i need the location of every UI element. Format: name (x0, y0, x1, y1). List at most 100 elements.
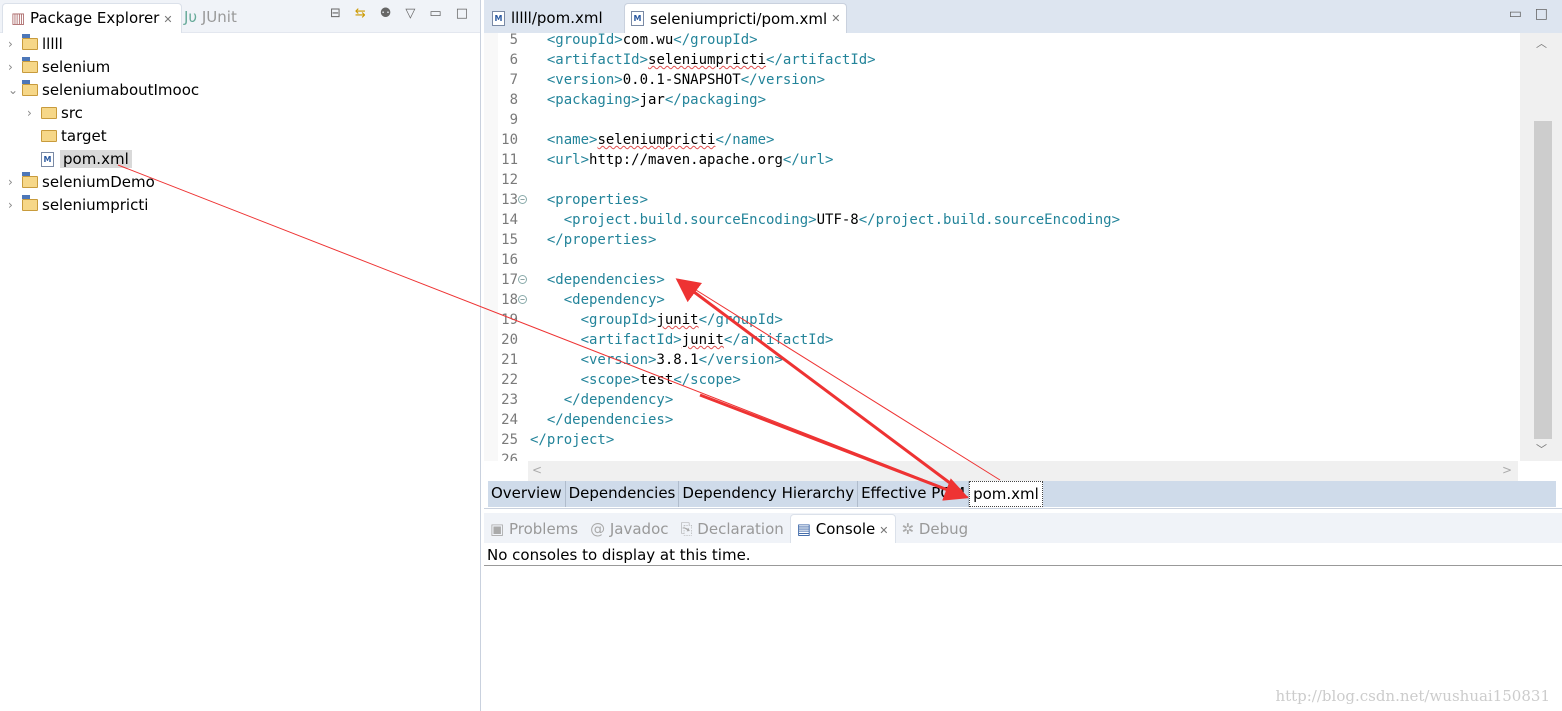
line-number: 24 (501, 412, 518, 428)
line-number: 15 (501, 232, 518, 248)
line-number: 12 (501, 172, 518, 188)
maximize-icon[interactable]: □ (456, 6, 468, 21)
code-line: 6 <artifactId>seleniumpricti</artifactId… (484, 50, 1520, 70)
page-tab-effective-pom[interactable]: Effective POM (858, 481, 970, 507)
editor-tab-seleniumpricti-pom[interactable]: Mseleniumpricti/pom.xml ✕ (624, 3, 848, 33)
tree-item-target[interactable]: target (27, 125, 107, 147)
folder-icon (41, 130, 57, 142)
tree-item-src[interactable]: › src (27, 102, 83, 124)
page-tab-dependencies[interactable]: Dependencies (566, 481, 680, 507)
scrollbar-thumb[interactable] (1534, 121, 1552, 439)
tab-label: seleniumpricti/pom.xml (650, 9, 828, 28)
tab-label: Debug (918, 520, 969, 538)
scroll-left-icon[interactable]: < (532, 463, 542, 477)
tab-junit[interactable]: Jυ JUnit (176, 3, 245, 33)
minimize-icon[interactable]: ▭ (1509, 6, 1522, 22)
junit-icon: Jυ (184, 8, 202, 26)
collapse-all-icon[interactable]: ⊟ (330, 6, 341, 21)
tree-item-label: seleniumaboutImooc (42, 81, 200, 99)
xml-tag: <name> (546, 132, 598, 148)
maven-file-icon: M (492, 10, 505, 26)
debug-icon: ✲ (901, 520, 919, 538)
page-tab-overview[interactable]: Overview (488, 481, 566, 507)
xml-tag: </artifactId> (766, 52, 876, 68)
fold-toggle-icon[interactable]: − (518, 195, 527, 204)
fold-toggle-icon[interactable]: − (518, 295, 527, 304)
tab-package-explorer[interactable]: ▥ Package Explorer ✕ (2, 3, 182, 33)
tab-declaration[interactable]: ⎘ Declaration (675, 515, 790, 543)
xml-tag: </groupId> (673, 33, 758, 48)
horizontal-scrollbar[interactable]: < > (528, 461, 1518, 481)
chevron-down-icon[interactable]: ⌄ (8, 83, 22, 97)
view-menu-icon[interactable]: ▽ (405, 6, 415, 21)
console-icon: ▤ (796, 520, 816, 538)
tree-item-seleniumdemo[interactable]: › seleniumDemo (8, 171, 155, 193)
maven-file-icon: M (631, 11, 644, 26)
line-number: 10 (501, 132, 518, 148)
xml-value: com.wu (622, 33, 674, 48)
code-line: 16 (484, 250, 1520, 270)
chevron-right-icon[interactable]: › (8, 198, 22, 212)
close-icon[interactable]: ✕ (831, 12, 840, 25)
scroll-up-icon[interactable]: ︿ (1536, 35, 1547, 51)
chevron-right-icon[interactable]: › (27, 106, 41, 120)
scroll-right-icon[interactable]: > (1502, 463, 1512, 477)
tree-item-seleniumpricti[interactable]: › seleniumpricti (8, 194, 148, 216)
maximize-icon[interactable]: □ (1535, 6, 1548, 22)
line-number: 17 (501, 272, 518, 288)
xml-tag: <dependency> (563, 292, 665, 308)
tree-item-seleniumaboutimooc[interactable]: ⌄ seleniumaboutImooc (8, 79, 199, 101)
tab-label: lllll/pom.xml (511, 9, 603, 27)
xml-tag: <groupId> (546, 33, 623, 48)
close-icon[interactable]: ✕ (879, 524, 888, 537)
chevron-right-icon[interactable]: › (8, 60, 22, 74)
tab-problems[interactable]: ▣ Problems (484, 515, 584, 543)
link-with-editor-icon[interactable]: ⇆ (355, 6, 366, 21)
xml-value: UTF-8 (816, 212, 859, 228)
chevron-right-icon[interactable]: › (8, 175, 22, 189)
xml-source-text[interactable]: 5 <groupId>com.wu</groupId> 6 <artifactId… (484, 33, 1520, 461)
code-line: 18− <dependency> (484, 290, 1520, 310)
vertical-scrollbar[interactable]: ︿ ﹀ (1520, 33, 1562, 461)
editor-tab-lllll-pom[interactable]: Mlllll/pom.xml (486, 3, 609, 33)
xml-tag: <artifactId> (580, 332, 682, 348)
page-tab-pom-xml[interactable]: pom.xml (969, 481, 1043, 507)
tree-item-label: pom.xml (60, 150, 132, 168)
xml-tag: <groupId> (580, 312, 657, 328)
code-line: 22 <scope>test</scope> (484, 370, 1520, 390)
xml-tag: <properties> (546, 192, 649, 208)
xml-value: jar (639, 92, 665, 108)
xml-tag: <project.build.sourceEncoding> (563, 212, 817, 228)
tree-item-lllll[interactable]: › lllll (8, 33, 63, 55)
xml-value: junit (656, 312, 699, 328)
xml-tag: <packaging> (546, 92, 640, 108)
code-line: 20 <artifactId>junit</artifactId> (484, 330, 1520, 350)
line-number: 13 (501, 192, 518, 208)
xml-tag: </scope> (673, 372, 741, 388)
code-line: 25 </project> (484, 430, 1520, 450)
tab-console[interactable]: ▤ Console ✕ (789, 514, 896, 543)
focus-task-icon[interactable]: ⚉ (380, 6, 392, 21)
tree-item-pomxml[interactable]: Mpom.xml (27, 148, 132, 170)
tree-item-selenium[interactable]: › selenium (8, 56, 110, 78)
scroll-down-icon[interactable]: ﹀ (1536, 441, 1547, 457)
code-line: 10 <name>seleniumpricti</name> (484, 130, 1520, 150)
bottom-tabbar: ▣ Problems @ Javadoc ⎘ Declaration ▤ Consol… (484, 513, 1562, 543)
java-project-icon (22, 172, 38, 188)
page-tab-dependency-hierarchy[interactable]: Dependency Hierarchy (679, 481, 859, 507)
tab-javadoc[interactable]: @ Javadoc (584, 515, 674, 543)
tree-item-label: seleniumpricti (42, 196, 149, 214)
xml-value: http://maven.apache.org (589, 152, 783, 168)
editor-tabbar: Mlllll/pom.xml Mseleniumpricti/pom.xml ✕ … (484, 0, 1562, 33)
chevron-right-icon[interactable]: › (8, 37, 22, 51)
tab-debug[interactable]: ✲ Debug (896, 515, 975, 543)
watermark: http://blog.csdn.net/wushuai150831 (1275, 687, 1550, 705)
declaration-icon: ⎘ (680, 520, 698, 538)
xml-tag: </artifactId> (723, 332, 834, 348)
close-icon[interactable]: ✕ (163, 13, 172, 26)
line-number: 22 (501, 372, 518, 388)
java-project-icon (22, 57, 38, 73)
minimize-icon[interactable]: ▭ (429, 6, 441, 21)
fold-toggle-icon[interactable]: − (518, 275, 527, 284)
code-line: 5 <groupId>com.wu</groupId> (484, 33, 1520, 50)
